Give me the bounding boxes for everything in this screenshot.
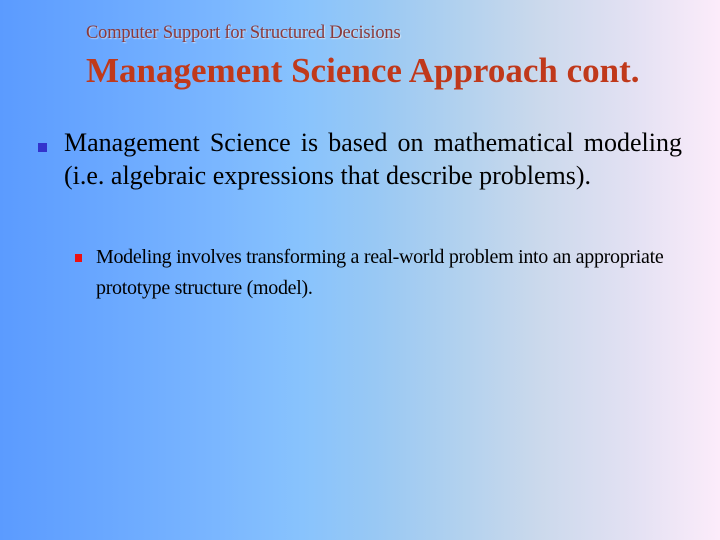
bullet-text-level-1: Management Science is based on mathemati… bbox=[64, 128, 682, 190]
slide-header: Computer Support for Structured Decision… bbox=[86, 23, 401, 43]
square-bullet-icon bbox=[38, 143, 47, 152]
bullet-text-level-2: Modeling involves transforming a real-wo… bbox=[96, 246, 664, 299]
slide-title: Management Science Approach cont. bbox=[86, 51, 640, 90]
slide: Computer Support for Structured Decision… bbox=[0, 0, 720, 540]
square-bullet-icon bbox=[75, 254, 82, 262]
